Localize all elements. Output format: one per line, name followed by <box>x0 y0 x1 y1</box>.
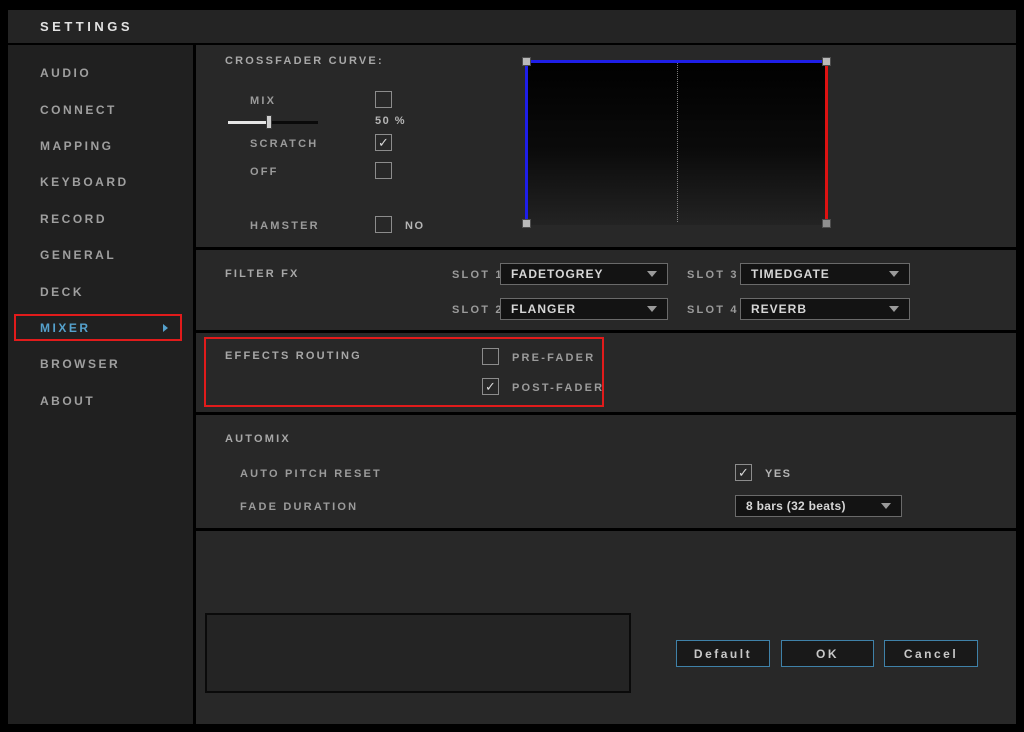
pre-fader-checkbox[interactable] <box>482 348 499 365</box>
crossfader-section-label: CROSSFADER CURVE: <box>225 55 384 67</box>
effects-routing-section-label: EFFECTS ROUTING <box>225 350 362 362</box>
sidebar-item-deck[interactable]: DECK <box>8 273 193 309</box>
sidebar-item-general[interactable]: GENERAL <box>8 237 193 273</box>
fade-duration-dropdown[interactable]: 8 bars (32 beats) <box>735 495 902 517</box>
sidebar-item-label: MAPPING <box>40 139 114 153</box>
dropdown-arrow-icon <box>647 271 657 277</box>
slot2-label: SLOT 2 <box>452 304 504 316</box>
effects-routing-highlight-annotation <box>204 337 604 407</box>
scratch-checkbox[interactable] <box>375 134 392 151</box>
crossfader-curve-graph[interactable] <box>525 60 828 225</box>
default-button[interactable]: Default <box>676 640 770 667</box>
description-box <box>205 613 631 693</box>
sidebar-item-label: BROWSER <box>40 357 120 371</box>
slot3-label: SLOT 3 <box>687 269 739 281</box>
slot1-dropdown[interactable]: FADETOGREY <box>500 263 668 285</box>
slot3-dropdown[interactable]: TIMEDGATE <box>740 263 910 285</box>
slider-track-empty <box>269 121 319 124</box>
auto-pitch-reset-value: YES <box>765 468 792 480</box>
sidebar-item-browser[interactable]: BROWSER <box>8 346 193 382</box>
slider-track-filled <box>228 121 269 124</box>
sidebar-item-label: CONNECT <box>40 103 117 117</box>
crossfader-curve-slider[interactable] <box>228 115 318 129</box>
sidebar-item-label: AUDIO <box>40 66 91 80</box>
mix-checkbox[interactable] <box>375 91 392 108</box>
settings-sidebar: AUDIO CONNECT MAPPING KEYBOARD RECORD GE… <box>8 45 193 724</box>
sidebar-item-audio[interactable]: AUDIO <box>8 55 193 91</box>
sidebar-item-label: KEYBOARD <box>40 175 129 189</box>
curve-b-right-line <box>825 60 828 225</box>
hamster-label: HAMSTER <box>250 220 320 232</box>
hamster-value: NO <box>405 220 425 232</box>
sidebar-item-label: MIXER <box>40 321 91 335</box>
crossfader-curve-section: CROSSFADER CURVE: MIX 50 % SCRATCH OFF H… <box>196 45 1016 247</box>
post-fader-checkbox[interactable] <box>482 378 499 395</box>
hamster-checkbox[interactable] <box>375 216 392 233</box>
slot4-label: SLOT 4 <box>687 304 739 316</box>
cancel-button[interactable]: Cancel <box>884 640 978 667</box>
off-label: OFF <box>250 166 279 178</box>
sidebar-item-mapping[interactable]: MAPPING <box>8 128 193 164</box>
window-title: SETTINGS <box>8 19 133 34</box>
sidebar-item-label: ABOUT <box>40 394 95 408</box>
footer-section: Default OK Cancel <box>196 531 1016 724</box>
sidebar-item-connect[interactable]: CONNECT <box>8 91 193 127</box>
titlebar: SETTINGS <box>8 10 1016 43</box>
auto-pitch-reset-checkbox[interactable] <box>735 464 752 481</box>
sidebar-item-label: DECK <box>40 285 84 299</box>
slot3-value: TIMEDGATE <box>741 267 830 281</box>
graph-handle-bottom-right[interactable] <box>822 219 831 228</box>
automix-section-label: AUTOMIX <box>225 433 291 445</box>
dropdown-arrow-icon <box>647 306 657 312</box>
fade-duration-value: 8 bars (32 beats) <box>736 499 846 513</box>
sidebar-item-label: GENERAL <box>40 248 116 262</box>
filter-fx-section-label: FILTER FX <box>225 268 300 280</box>
filter-fx-section: FILTER FX SLOT 1 FADETOGREY SLOT 2 FLANG… <box>196 250 1016 330</box>
dropdown-arrow-icon <box>889 306 899 312</box>
settings-content: CROSSFADER CURVE: MIX 50 % SCRATCH OFF H… <box>196 45 1016 724</box>
scratch-label: SCRATCH <box>250 138 318 150</box>
sidebar-item-mixer[interactable]: MIXER <box>8 310 193 346</box>
curve-a-left-line <box>525 60 528 225</box>
automix-section: AUTOMIX AUTO PITCH RESET YES FADE DURATI… <box>196 415 1016 528</box>
slider-value: 50 % <box>375 115 406 127</box>
fade-duration-label: FADE DURATION <box>240 501 358 513</box>
graph-center-line <box>677 63 678 222</box>
sidebar-item-about[interactable]: ABOUT <box>8 383 193 419</box>
settings-window: SETTINGS AUDIO CONNECT MAPPING KEYBOARD … <box>8 10 1016 724</box>
settings-body: AUDIO CONNECT MAPPING KEYBOARD RECORD GE… <box>8 45 1016 724</box>
dropdown-arrow-icon <box>881 503 891 509</box>
slot2-value: FLANGER <box>501 302 576 316</box>
slot2-dropdown[interactable]: FLANGER <box>500 298 668 320</box>
graph-handle-top-left[interactable] <box>522 57 531 66</box>
dropdown-arrow-icon <box>889 271 899 277</box>
graph-handle-top-right[interactable] <box>822 57 831 66</box>
sidebar-item-keyboard[interactable]: KEYBOARD <box>8 164 193 200</box>
slot1-value: FADETOGREY <box>501 267 603 281</box>
graph-handle-bottom-left[interactable] <box>522 219 531 228</box>
ok-button[interactable]: OK <box>781 640 874 667</box>
effects-routing-section: EFFECTS ROUTING PRE-FADER POST-FADER <box>196 333 1016 412</box>
slot4-value: REVERB <box>741 302 807 316</box>
off-checkbox[interactable] <box>375 162 392 179</box>
chevron-right-icon <box>163 324 168 332</box>
slot1-label: SLOT 1 <box>452 269 504 281</box>
pre-fader-label: PRE-FADER <box>512 352 595 364</box>
post-fader-label: POST-FADER <box>512 382 604 394</box>
sidebar-item-record[interactable]: RECORD <box>8 201 193 237</box>
auto-pitch-reset-label: AUTO PITCH RESET <box>240 468 382 480</box>
slider-handle[interactable] <box>266 115 272 129</box>
sidebar-item-label: RECORD <box>40 212 107 226</box>
slot4-dropdown[interactable]: REVERB <box>740 298 910 320</box>
mix-label: MIX <box>250 95 276 107</box>
